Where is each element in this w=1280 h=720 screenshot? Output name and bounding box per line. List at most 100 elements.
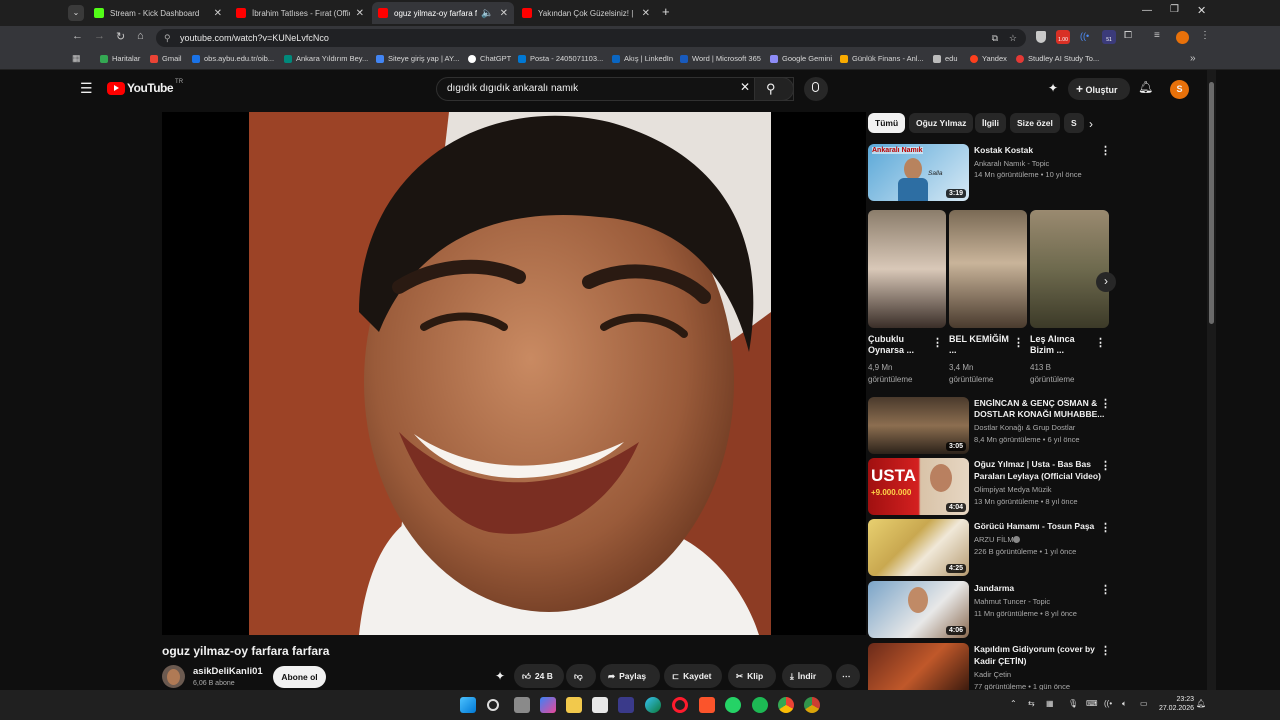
more-options-icon[interactable]: ⋮: [1100, 583, 1111, 596]
more-options-icon[interactable]: ⋮: [1100, 459, 1111, 472]
bookmark-item[interactable]: edu: [933, 54, 958, 63]
chip-oguz-yilmaz[interactable]: Oğuz Yılmaz: [909, 113, 974, 133]
recommendation-thumbnail[interactable]: 4:25: [868, 519, 969, 576]
search-icon[interactable]: [487, 699, 499, 711]
youtube-logo[interactable]: YouTube TR: [107, 79, 183, 95]
tray-app-icon[interactable]: ▦: [1046, 699, 1054, 708]
maximize-button[interactable]: ❐: [1170, 4, 1179, 15]
microphone-icon[interactable]: 🎙︎: [1068, 699, 1078, 708]
install-icon[interactable]: ⧉: [992, 29, 998, 47]
recommendation-channel[interactable]: Dostlar Konağı & Grup Dostlar: [974, 422, 1075, 433]
minimize-button[interactable]: —: [1142, 5, 1152, 16]
subscribe-button[interactable]: Abone ol: [273, 666, 326, 688]
shorts-next-button[interactable]: ›: [1096, 272, 1116, 292]
bookmark-item[interactable]: obs.aybu.edu.tr/oib...: [192, 54, 274, 63]
notification-bell-icon[interactable]: 🔔︎: [1138, 80, 1153, 94]
download-button[interactable]: ⤓ İndir: [782, 664, 832, 688]
brave-icon[interactable]: [699, 697, 715, 713]
search-button[interactable]: ⚲: [754, 77, 794, 101]
short-thumbnail[interactable]: [949, 210, 1027, 328]
more-options-icon[interactable]: ⋮: [1100, 644, 1111, 657]
keyboard-icon[interactable]: ⌨: [1086, 699, 1098, 708]
calendar-icon[interactable]: [592, 697, 608, 713]
recommendation-channel[interactable]: Mahmut Tuncer - Topic: [974, 596, 1050, 607]
tab-oguz-yilmaz[interactable]: oguz yilmaz-oy farfara farfa 🔈 ✕: [372, 2, 514, 24]
spotify-icon[interactable]: [752, 697, 768, 713]
close-tab-icon[interactable]: ✕: [642, 8, 650, 19]
tray-overflow-icon[interactable]: ⌃: [1010, 699, 1017, 708]
ai-summary-icon[interactable]: ✦: [495, 669, 505, 683]
channel-avatar[interactable]: [162, 665, 185, 688]
wifi-icon[interactable]: ((•: [1104, 699, 1112, 708]
chip-partial[interactable]: S: [1064, 113, 1084, 133]
short-thumbnail[interactable]: [1030, 210, 1109, 328]
bookmark-item[interactable]: Günlük Finans - Anl...: [840, 54, 924, 63]
recommendation-title[interactable]: Görücü Hamamı - Tosun Paşa: [974, 521, 1094, 532]
video-player[interactable]: [162, 112, 866, 635]
recommendation-title[interactable]: Jandarma: [974, 583, 1014, 594]
more-actions-button[interactable]: ⋯: [836, 664, 860, 688]
file-explorer-icon[interactable]: [566, 697, 582, 713]
tab-kick-dashboard[interactable]: Stream - Kick Dashboard ✕: [88, 2, 228, 24]
translate-icon[interactable]: 51: [1102, 30, 1116, 44]
back-icon[interactable]: ←: [72, 30, 83, 42]
audio-icon[interactable]: 🔈: [481, 8, 493, 19]
recommendation-channel[interactable]: Kadir Çetin: [974, 669, 1011, 680]
recommendation-title-line2[interactable]: DOSTLAR KONAĞI MUHABBE...: [974, 409, 1104, 420]
whatsapp-icon[interactable]: [725, 697, 741, 713]
more-options-icon[interactable]: ⋮: [1100, 521, 1111, 534]
ai-sparkle-icon[interactable]: ✦: [1048, 81, 1058, 95]
recommendation-title[interactable]: Kapıldım Gidiyorum (cover by: [974, 644, 1095, 655]
more-options-icon[interactable]: ⋮: [1100, 397, 1111, 410]
chrome-icon[interactable]: [778, 697, 794, 713]
bookmark-item[interactable]: Word | Microsoft 365: [680, 54, 761, 63]
extension-badge-icon[interactable]: 1.00: [1056, 30, 1070, 44]
reload-icon[interactable]: ↻: [116, 30, 125, 43]
short-title[interactable]: BEL KEMİĞİM ...: [949, 334, 1009, 356]
edge-icon[interactable]: [645, 697, 661, 713]
url-bar[interactable]: ⚲ youtube.com/watch?v=KUNeLvfcNco ⧉ ☆: [156, 29, 1026, 47]
more-options-icon[interactable]: ⋮: [1013, 336, 1024, 349]
clip-button[interactable]: ✂ Klip: [728, 664, 776, 688]
short-thumbnail[interactable]: [868, 210, 946, 328]
dislike-button[interactable]: 👎︎: [566, 664, 596, 688]
bookmark-item[interactable]: Posta - 2405071103...: [518, 54, 603, 63]
chip-all[interactable]: Tümü: [868, 113, 906, 133]
share-button[interactable]: ➦ Paylaş: [600, 664, 660, 688]
forward-icon[interactable]: →: [94, 30, 105, 42]
shield-icon[interactable]: [1036, 31, 1046, 43]
recommendation-thumbnail[interactable]: USTA +9.000.000 4:04: [868, 458, 969, 515]
windows-start-icon[interactable]: [460, 697, 476, 713]
profile-avatar[interactable]: [1176, 31, 1189, 44]
apps-grid-icon[interactable]: ▦: [72, 53, 81, 64]
like-button[interactable]: 👍︎ 24 B: [514, 664, 564, 688]
bookmark-item[interactable]: Gmail: [150, 54, 182, 63]
wifi-extension-icon[interactable]: ((•: [1080, 31, 1089, 41]
recommendation-title[interactable]: Kostak Kostak: [974, 145, 1033, 156]
bookmark-item[interactable]: Studley AI Study To...: [1016, 54, 1099, 63]
bookmark-item[interactable]: Ankara Yıldırım Bey...: [284, 54, 368, 63]
puzzle-icon[interactable]: ⧠: [1124, 30, 1132, 41]
tab-search-button[interactable]: ⌄: [68, 5, 84, 21]
bookmark-item[interactable]: Akış | LinkedIn: [612, 54, 673, 63]
close-tab-icon[interactable]: ✕: [500, 8, 508, 19]
bookmark-item[interactable]: Google Gemini: [770, 54, 832, 63]
close-tab-icon[interactable]: ✕: [214, 8, 222, 19]
recommendation-title-line2[interactable]: Paraları Leylaya (Official Video): [974, 471, 1101, 482]
scrollbar-thumb[interactable]: [1209, 82, 1214, 324]
tab-ibrahim-tatlises[interactable]: İbrahim Tatlıses - Fırat (Official ✕: [230, 2, 370, 24]
bookmark-item[interactable]: Siteye giriş yap | AY...: [376, 54, 459, 63]
more-options-icon[interactable]: ⋮: [1095, 336, 1106, 349]
chip-related[interactable]: İlgili: [975, 113, 1006, 133]
short-title[interactable]: Leş Alınca Bizim ...: [1030, 334, 1090, 356]
save-button[interactable]: ⊏ Kaydet: [664, 664, 722, 688]
more-options-icon[interactable]: ⋮: [1100, 144, 1111, 157]
home-icon[interactable]: ⌂: [137, 30, 144, 42]
recommendation-title-line2[interactable]: Kadir ÇETİN): [974, 656, 1026, 667]
voice-search-button[interactable]: [804, 77, 828, 101]
recommendation-channel[interactable]: Ankaralı Namık - Topic: [974, 158, 1049, 169]
bookmark-item[interactable]: Haritalar: [100, 54, 140, 63]
chrome-profile-icon[interactable]: [804, 697, 820, 713]
battery-icon[interactable]: ▭: [1140, 699, 1148, 708]
recommendation-thumbnail[interactable]: 4:06: [868, 581, 969, 638]
